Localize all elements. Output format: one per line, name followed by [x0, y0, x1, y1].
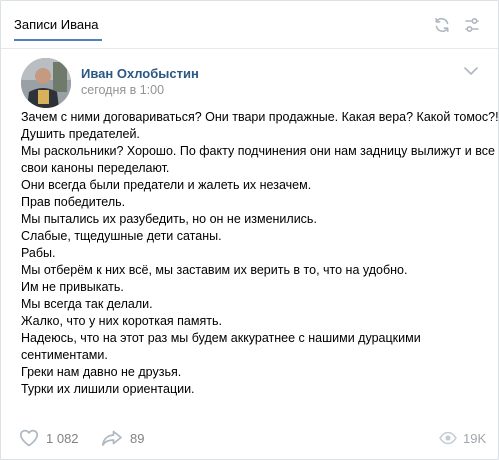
- eye-icon: [439, 431, 457, 445]
- heart-icon: [19, 429, 39, 447]
- author-name[interactable]: Иван Охлобыстин: [81, 66, 199, 81]
- avatar[interactable]: [21, 58, 71, 108]
- share-icon: [101, 430, 122, 446]
- like-button[interactable]: 1 082: [19, 427, 79, 449]
- header: Записи Ивана: [1, 1, 498, 49]
- views-counter: 19K: [439, 427, 486, 449]
- post-text-line: Жалко, что у них короткая память.: [21, 314, 222, 328]
- like-count: 1 082: [46, 430, 79, 446]
- refresh-icon[interactable]: [433, 16, 451, 34]
- post-text-line: Они всегда были предатели и жалеть их не…: [21, 178, 312, 192]
- tab-active-indicator: [14, 39, 102, 41]
- post-text-line: Зачем с ними договариваться? Они твари п…: [21, 110, 499, 124]
- post-text-line: Рабы.: [21, 246, 56, 260]
- post-text-line: свои каноны переделают.: [21, 161, 170, 175]
- post-text-line: Мы отберём к них всё, мы заставим их вер…: [21, 263, 408, 277]
- post-text-line: Греки нам давно не друзья.: [21, 365, 182, 379]
- post-text-line: Прав победитель.: [21, 195, 126, 209]
- post-text-line: Мы пытались их разубедить, но он не изме…: [21, 212, 317, 226]
- post-card: Записи Ивана Иван Охлобыстин сегодня в 1…: [0, 0, 499, 460]
- share-count: 89: [130, 430, 145, 446]
- avatar-image: [21, 58, 71, 108]
- post-text-line: сентиментами.: [21, 348, 108, 362]
- settings-icon[interactable]: [463, 16, 481, 34]
- post-text-line: Мы раскольники? Хорошо. По факту подчине…: [21, 144, 495, 158]
- post-date[interactable]: сегодня в 1:00: [81, 83, 164, 97]
- views-count: 19K: [463, 430, 487, 446]
- post-text-line: Душить предателей.: [21, 127, 140, 141]
- post-text-line: Слабые, тщедушные дети сатаны.: [21, 229, 222, 243]
- post-header: Иван Охлобыстин сегодня в 1:00: [21, 58, 481, 110]
- share-button[interactable]: 89: [101, 427, 144, 449]
- post-text-line: Надеюсь, что на этот раз мы будем аккура…: [21, 331, 421, 345]
- post-text: Зачем с ними договариваться? Они твари п…: [21, 109, 499, 398]
- post-text-line: Мы всегда так делали.: [21, 297, 153, 311]
- post-text-line: Им не привыкать.: [21, 280, 124, 294]
- post-text-line: Турки их лишили ориентации.: [21, 382, 195, 396]
- chevron-down-icon[interactable]: [462, 65, 480, 77]
- post-footer: 1 082 89 19K: [1, 419, 498, 459]
